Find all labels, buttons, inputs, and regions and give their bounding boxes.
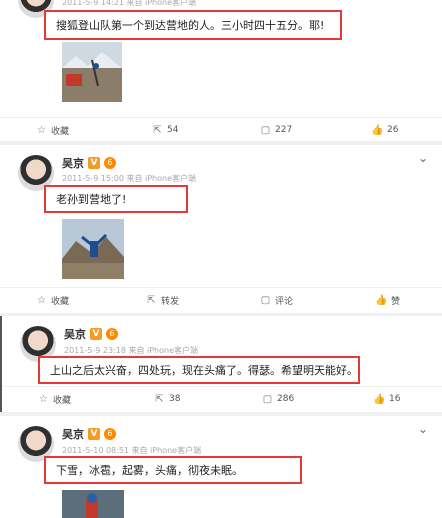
comment-button[interactable]: ▢ 286 [262,391,294,407]
fav-label: 收藏 [51,126,70,137]
post-image[interactable] [62,219,124,279]
post-text: 上山之后太兴奋，四处玩，现在头痛了。得瑟。希望明天能好。 [50,364,358,377]
chevron-down-icon[interactable]: ⌄ [416,151,430,165]
star-icon: ☆ [37,124,46,136]
star-icon: ☆ [39,393,48,405]
post-meta: 2011-5-9 15:00 来自 iPhone客户端 [62,174,196,183]
post-image[interactable] [62,490,124,518]
share-icon: ⇱ [155,393,164,405]
post-actions: ☆ 收藏 ⇱ 38 ▢ 286 👍 16 [2,386,442,410]
post-text-highlight: 下雪，冰雹，起雾，头痛，彻夜未眠。 [44,456,302,484]
thumbs-up-icon: 👍 [371,124,384,136]
author-name[interactable]: 吴京 [62,426,84,442]
level-badge: 6 [106,328,118,340]
post-actions: ☆ 收藏 ⇱ 转发 ▢ 评论 👍 赞 [0,287,442,311]
repost-count: 38 [169,394,181,404]
post-text-highlight: 上山之后太兴奋，四处玩，现在头痛了。得瑟。希望明天能好。 [38,356,360,384]
repost-button[interactable]: ⇱ 转发 [146,292,179,308]
repost-count: 54 [167,125,179,135]
fav-button[interactable]: ☆ 收藏 [36,292,69,308]
comment-count: 227 [275,125,293,135]
post-actions: ☆ 收藏 ⇱ 54 ▢ 227 👍 26 [0,117,442,141]
like-button[interactable]: 👍 16 [373,391,401,407]
level-badge: 6 [104,157,116,169]
post-meta: 2011-5-9 14:21 来自 iPhone客户端 [62,0,196,7]
post-2: 吴京 V 6 2011-5-9 15:00 来自 iPhone客户端 ⌄ 老孙到… [0,145,442,313]
thumbs-up-icon: 👍 [375,294,388,306]
fav-label: 收藏 [53,395,72,406]
verified-badge: V [88,157,100,169]
post-4: 吴京 V 6 2011-5-10 08:51 来自 iPhone客户端 ⌄ 下雪… [0,416,442,518]
verified-badge: V [88,428,100,440]
comment-button[interactable]: ▢ 227 [260,122,292,138]
post-text: 老孙到营地了! [56,193,127,206]
author-row: 吴京 V 6 [62,426,116,442]
repost-label: 转发 [161,296,180,307]
author-row: 吴京 V 6 [64,326,118,342]
comment-count: 286 [277,394,295,404]
chevron-down-icon[interactable]: ⌄ [416,422,430,436]
comment-icon: ▢ [260,294,271,306]
post-image[interactable] [62,42,122,102]
post-text: 搜狐登山队第一个到达营地的人。三小时四十五分。耶! [56,19,325,32]
comment-icon: ▢ [262,393,273,405]
post-text: 下雪，冰雹，起雾，头痛，彻夜未眠。 [56,464,243,477]
post-text-highlight: 老孙到营地了! [44,185,188,213]
post-meta: 2011-5-10 08:51 来自 iPhone客户端 [62,446,202,455]
comment-icon: ▢ [260,124,271,136]
author-name[interactable]: 吴京 [64,326,86,342]
post-text-highlight: 搜狐登山队第一个到达营地的人。三小时四十五分。耶! [44,10,342,40]
share-icon: ⇱ [153,124,162,136]
fav-button[interactable]: ☆ 收藏 [36,122,69,138]
thumbs-up-icon: 👍 [373,393,386,405]
repost-button[interactable]: ⇱ 38 [154,391,180,407]
author-name[interactable]: 吴京 [62,155,84,171]
like-count: 16 [389,394,401,404]
like-button[interactable]: 👍 赞 [375,292,401,308]
post-3: 吴京 V 6 2011-5-9 23:18 来自 iPhone客户端 上山之后太… [0,316,442,412]
like-count: 26 [387,125,399,135]
like-button[interactable]: 👍 26 [371,122,399,138]
comment-button[interactable]: ▢ 评论 [260,292,293,308]
verified-badge: V [90,328,102,340]
share-icon: ⇱ [147,294,156,306]
fav-label: 收藏 [51,296,70,307]
author-row: 吴京 V 6 [62,155,116,171]
post-meta: 2011-5-9 23:18 来自 iPhone客户端 [64,346,198,355]
like-label: 赞 [391,296,401,307]
comment-label: 评论 [275,296,294,307]
post-1: 2011-5-9 14:21 来自 iPhone客户端 搜狐登山队第一个到达营地… [0,0,442,141]
repost-button[interactable]: ⇱ 54 [152,122,178,138]
star-icon: ☆ [37,294,46,306]
fav-button[interactable]: ☆ 收藏 [38,391,71,407]
level-badge: 6 [104,428,116,440]
